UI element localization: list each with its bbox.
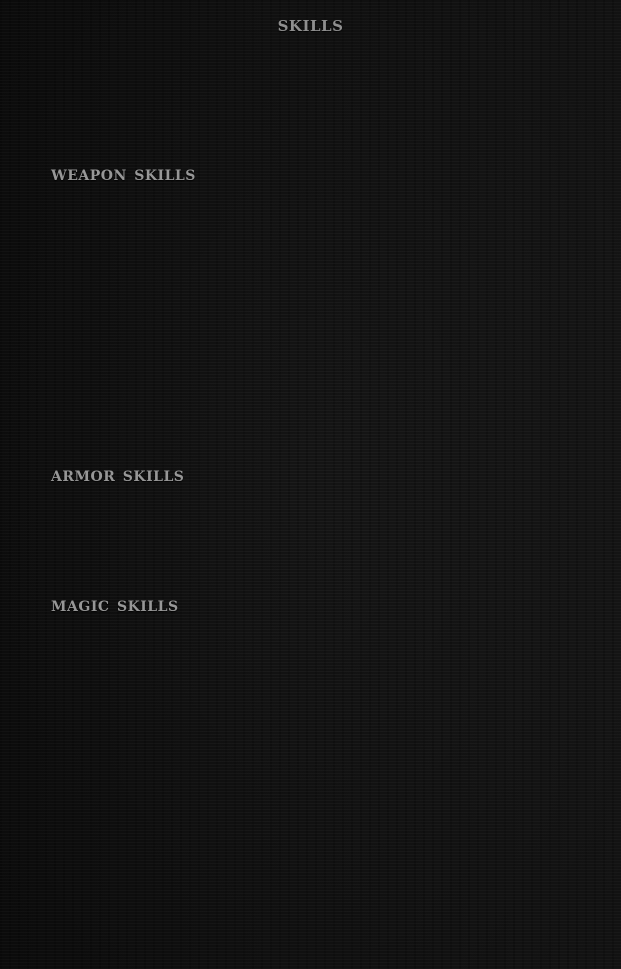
- magic-skills-heading: magic skills: [51, 592, 179, 616]
- skills-screen: skills weapon skills armor skills magic …: [0, 0, 621, 969]
- armor-skills-heading: armor skills: [51, 462, 185, 486]
- armor-skills-list: [51, 496, 571, 576]
- weapon-skills-heading: weapon skills: [51, 161, 196, 185]
- page-title: skills: [277, 11, 344, 36]
- weapon-skills-list: [51, 195, 571, 445]
- magic-skills-list: [51, 626, 571, 926]
